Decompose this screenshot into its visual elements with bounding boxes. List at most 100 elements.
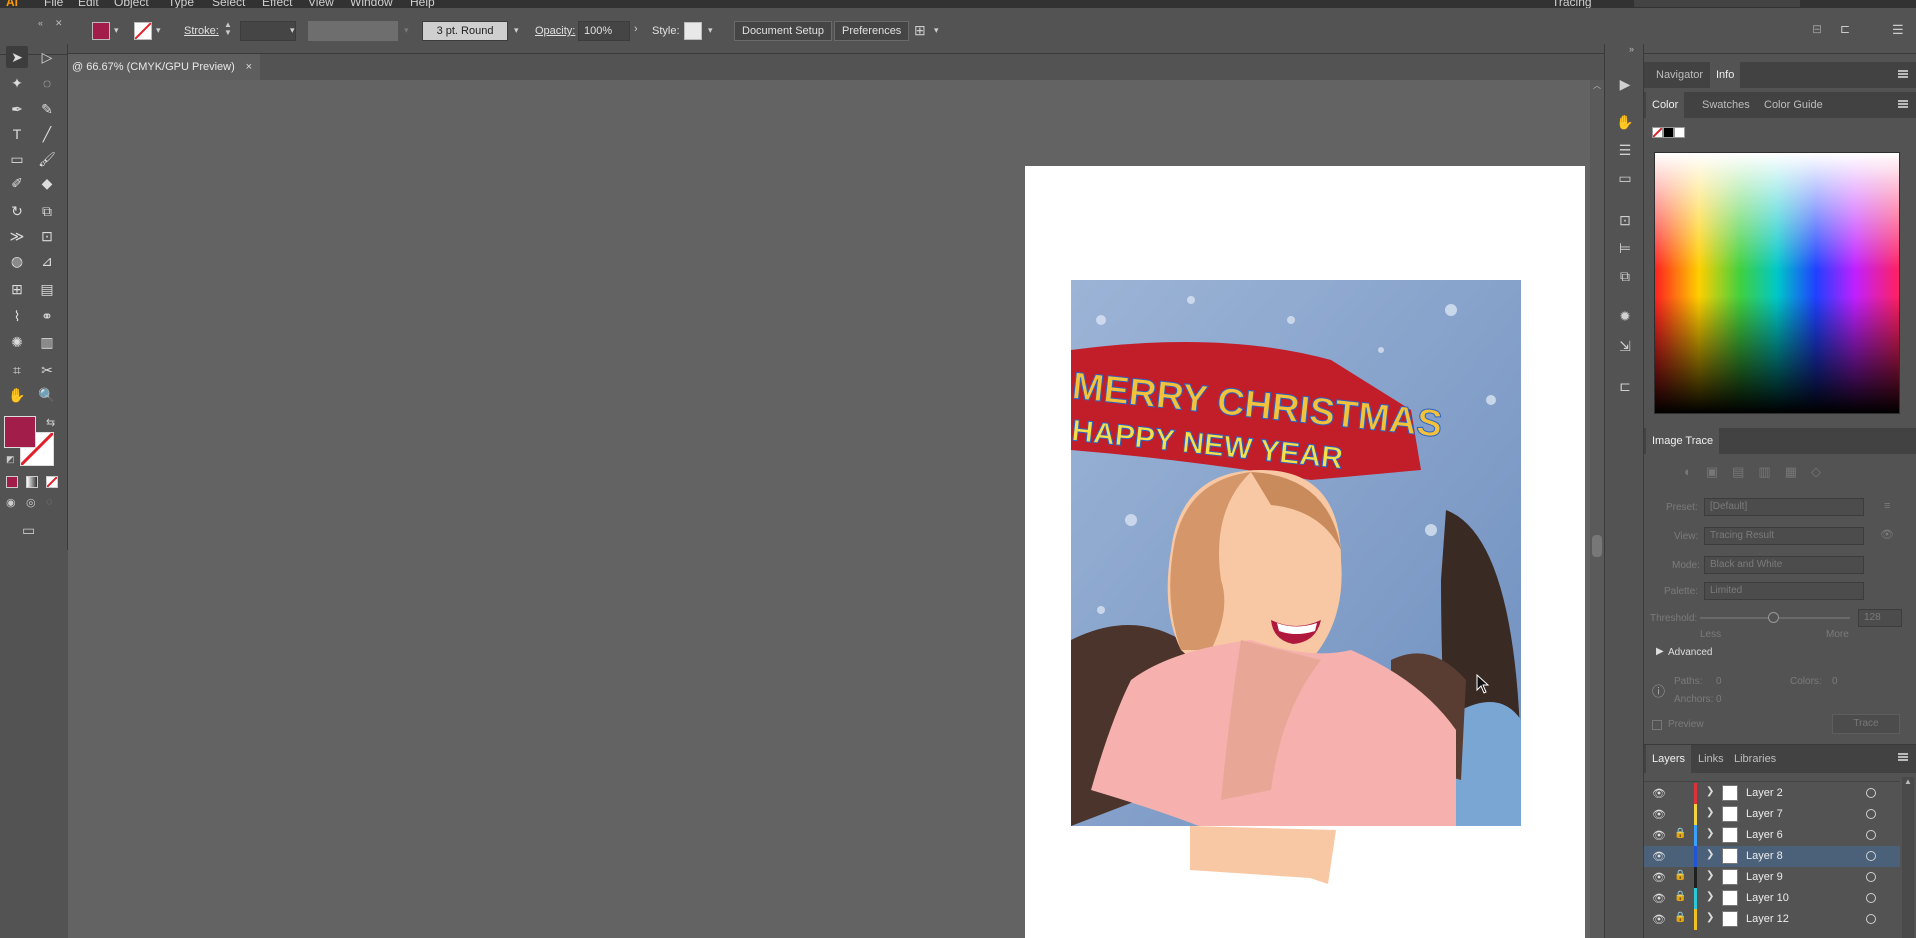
chevron-down-icon[interactable]: ▾ <box>514 25 519 36</box>
color-mode-icon[interactable] <box>6 476 18 488</box>
close-icon[interactable]: × <box>246 54 252 80</box>
search-input[interactable] <box>1634 0 1800 7</box>
transform-panel-icon[interactable]: ⊡ <box>1615 210 1635 230</box>
artboard-tool-icon[interactable]: ⌗ <box>6 359 28 381</box>
layer-row[interactable]: 👁 🔒 ❯ Layer 12 <box>1644 909 1900 930</box>
skin-extension-shape[interactable] <box>1180 820 1340 910</box>
panel-menu-icon[interactable] <box>1898 100 1908 108</box>
opacity-field[interactable]: 100% <box>578 21 630 41</box>
shape-builder-tool-icon[interactable]: ◍ <box>6 250 28 272</box>
chevron-right-icon[interactable]: ❯ <box>1706 849 1714 860</box>
chevron-down-icon[interactable]: ▾ <box>114 25 119 36</box>
layer-row[interactable]: 👁 🔒 ❯ Layer 9 <box>1644 867 1900 888</box>
chevron-right-icon[interactable]: › <box>634 23 638 35</box>
tab-document[interactable]: @ 66.67% (CMYK/GPU Preview) × <box>68 54 260 80</box>
symbol-sprayer-tool-icon[interactable]: ✺ <box>6 331 28 353</box>
tab-libraries[interactable]: Libraries <box>1734 745 1776 771</box>
visibility-eye-icon[interactable]: 👁 <box>1652 850 1666 863</box>
type-tool-icon[interactable]: T <box>6 123 28 145</box>
layer-row[interactable]: 👁 ❯ Layer 8 <box>1644 846 1900 867</box>
align-panel-icon[interactable]: ⊨ <box>1615 238 1635 258</box>
tab-navigator[interactable]: Navigator <box>1656 62 1703 88</box>
vertical-scrollbar[interactable]: ︿ <box>1590 80 1604 938</box>
perspective-grid-tool-icon[interactable]: ⊿ <box>36 250 58 272</box>
blend-tool-icon[interactable]: ⚭ <box>36 305 58 327</box>
panel-menu-icon[interactable] <box>1898 753 1908 761</box>
cc-libraries-icon[interactable]: ⊏ <box>1615 376 1635 396</box>
target-circle-icon[interactable] <box>1866 893 1876 903</box>
lock-icon[interactable]: 🔒 <box>1674 828 1686 839</box>
gradient-mode-icon[interactable] <box>26 476 38 488</box>
layer-row[interactable]: 👁 ❯ Layer 2 <box>1644 783 1900 804</box>
visibility-eye-icon[interactable]: 👁 <box>1652 913 1666 926</box>
draw-behind-icon[interactable]: ◎ <box>26 496 36 509</box>
gradient-tool-icon[interactable]: ▤ <box>36 278 58 300</box>
default-colors-icon[interactable]: ◩ <box>6 454 15 465</box>
brush-definition[interactable]: 3 pt. Round <box>422 21 508 41</box>
curvature-tool-icon[interactable]: ✎ <box>36 98 58 120</box>
zoom-tool-icon[interactable]: 🔍 <box>36 384 58 406</box>
scale-tool-icon[interactable]: ⧉ <box>36 200 58 222</box>
layer-name[interactable]: Layer 7 <box>1746 808 1783 820</box>
layer-name[interactable]: Layer 6 <box>1746 829 1783 841</box>
chevron-down-icon[interactable]: ▾ <box>156 25 161 36</box>
chevron-right-icon[interactable]: ❯ <box>1706 807 1714 818</box>
visibility-eye-icon[interactable]: 👁 <box>1652 871 1666 884</box>
free-transform-tool-icon[interactable]: ⊡ <box>36 225 58 247</box>
stroke-panel-icon[interactable]: ☰ <box>1615 140 1635 160</box>
puppet-warp-icon[interactable]: ✋ <box>1615 112 1635 132</box>
scrollbar-thumb[interactable] <box>1592 535 1602 557</box>
width-tool-icon[interactable]: ≫ <box>6 225 28 247</box>
placed-photo[interactable]: MERRY CHRISTMAS HAPPY NEW YEAR <box>1071 280 1521 826</box>
asset-export-icon[interactable]: ⇲ <box>1615 336 1635 356</box>
collapse-icon[interactable]: » <box>1629 44 1634 54</box>
trace-button[interactable]: Trace <box>1832 714 1900 734</box>
visibility-eye-icon[interactable]: 👁 <box>1652 808 1666 821</box>
gradient-panel-icon[interactable]: ▭ <box>1615 168 1635 188</box>
chevron-right-icon[interactable]: ❯ <box>1706 912 1714 923</box>
opacity-label[interactable]: Opacity: <box>535 25 575 37</box>
chevron-down-icon[interactable]: ▾ <box>290 25 295 36</box>
stroke-weight-field[interactable] <box>240 21 296 41</box>
selection-tool-icon[interactable]: ➤ <box>6 46 28 68</box>
lock-icon[interactable]: 🔒 <box>1674 912 1686 923</box>
layer-name[interactable]: Layer 10 <box>1746 892 1789 904</box>
chevron-down-icon[interactable]: ▾ <box>934 25 939 36</box>
none-color-chip[interactable] <box>1652 127 1663 138</box>
variable-width-profile[interactable] <box>308 21 398 41</box>
scroll-up-icon[interactable]: ▲ <box>1904 777 1912 786</box>
visibility-eye-icon[interactable]: 👁 <box>1652 829 1666 842</box>
paintbrush-tool-icon[interactable]: 🖌 <box>36 148 58 170</box>
rotate-tool-icon[interactable]: ↻ <box>6 200 28 222</box>
eye-icon[interactable]: 👁 <box>1880 528 1894 541</box>
tab-color-guide[interactable]: Color Guide <box>1764 92 1823 118</box>
tab-color[interactable]: Color <box>1646 92 1685 118</box>
scroll-up-icon[interactable]: ︿ <box>1593 80 1601 91</box>
mode-select[interactable]: Black and White <box>1704 556 1864 574</box>
none-mode-icon[interactable] <box>46 476 58 488</box>
layer-row[interactable]: 👁 ❯ Layer 7 <box>1644 804 1900 825</box>
chevron-right-icon[interactable]: ❯ <box>1706 828 1714 839</box>
collapse-icon[interactable]: « <box>38 18 43 28</box>
lock-icon[interactable]: 🔒 <box>1674 891 1686 902</box>
target-circle-icon[interactable] <box>1866 809 1876 819</box>
change-screen-mode-icon[interactable]: ▭ <box>22 522 35 539</box>
advanced-toggle[interactable]: Advanced <box>1668 647 1712 658</box>
appearance-panel-icon[interactable]: ✹ <box>1615 306 1635 326</box>
eyedropper-tool-icon[interactable]: ⌇ <box>6 305 28 327</box>
fill-color-box-front[interactable] <box>4 416 36 448</box>
preferences-button[interactable]: Preferences <box>834 21 910 41</box>
black-color-chip[interactable] <box>1663 127 1674 138</box>
layer-row[interactable]: 👁 🔒 ❯ Layer 6 <box>1644 825 1900 846</box>
document-setup-button[interactable]: Document Setup <box>734 21 832 41</box>
stroke-label[interactable]: Stroke: <box>184 25 219 37</box>
view-select[interactable]: Tracing Result <box>1704 527 1864 545</box>
graphic-style-swatch[interactable] <box>684 22 702 40</box>
white-color-chip[interactable] <box>1674 127 1685 138</box>
target-circle-icon[interactable] <box>1866 788 1876 798</box>
tab-links[interactable]: Links <box>1698 745 1724 771</box>
eraser-tool-icon[interactable]: ◆ <box>36 172 58 194</box>
visibility-eye-icon[interactable]: 👁 <box>1652 892 1666 905</box>
threshold-field[interactable]: 128 <box>1858 609 1902 627</box>
lasso-tool-icon[interactable]: ◌ <box>36 72 58 94</box>
